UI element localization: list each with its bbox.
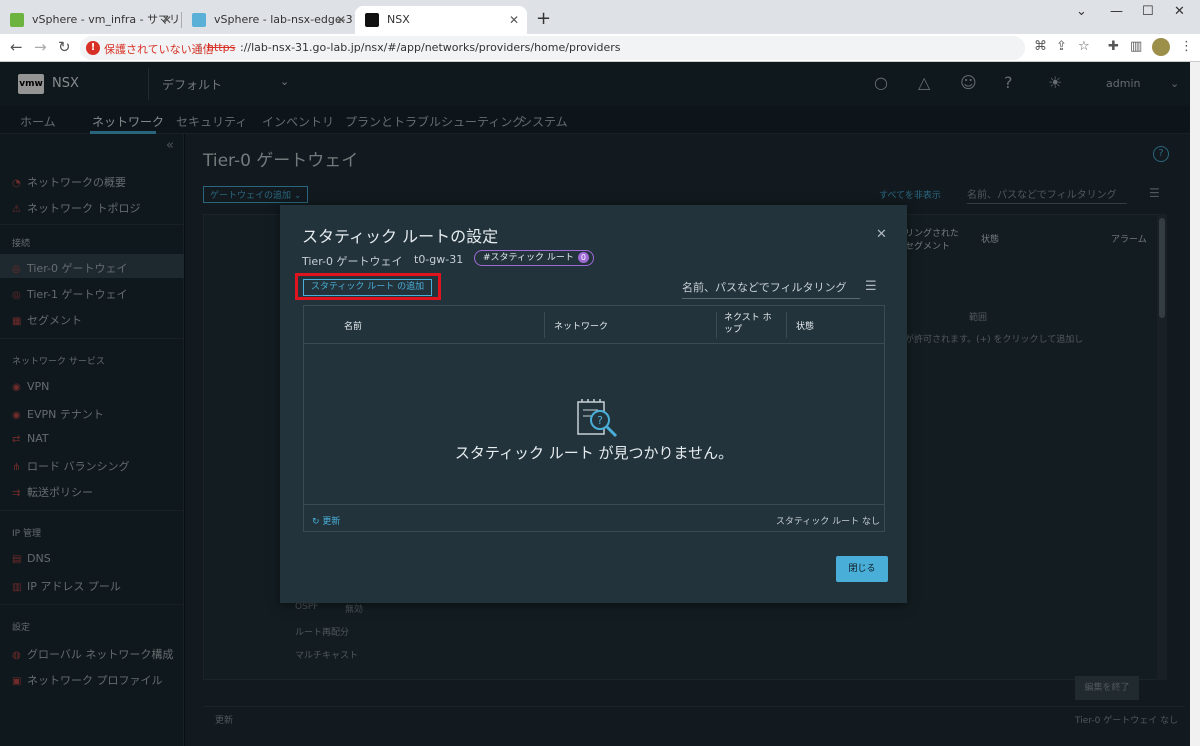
tab-title: vSphere - lab-nsx-edge-31 - サマ bbox=[214, 13, 354, 26]
share-icon[interactable]: ⇪ bbox=[1056, 39, 1067, 54]
minimize-icon[interactable]: — bbox=[1110, 4, 1123, 19]
close-button[interactable]: 閉じる bbox=[836, 556, 888, 582]
nsx-favicon-icon bbox=[365, 13, 379, 27]
page-scrollbar[interactable] bbox=[1190, 62, 1200, 746]
refresh-button[interactable]: ↻ 更新 bbox=[312, 514, 340, 527]
empty-state-text: スタティック ルート が見つかりません。 bbox=[454, 444, 734, 462]
dialog-title: スタティック ルートの設定 bbox=[302, 227, 499, 246]
bookmark-star-icon[interactable]: ☆ bbox=[1078, 39, 1090, 54]
column-header-status[interactable]: 状態 bbox=[796, 319, 814, 332]
column-header-next-hop[interactable]: ネクスト ホップ bbox=[724, 312, 776, 336]
extensions-icon[interactable]: ✚ bbox=[1108, 39, 1119, 54]
browser-tab-vsphere-edge[interactable]: vSphere - lab-nsx-edge-31 - サマ ✕ bbox=[182, 6, 354, 34]
gateway-label: Tier-0 ゲートウェイ bbox=[302, 255, 403, 268]
browser-tab-nsx[interactable]: NSX ✕ bbox=[355, 6, 527, 34]
new-tab-icon[interactable]: + bbox=[536, 8, 551, 29]
url-text: ://lab-nsx-31.go-lab.jp/nsx/#/app/networ… bbox=[240, 41, 621, 54]
svg-text:?: ? bbox=[597, 414, 603, 427]
gateway-name: t0-gw-31 bbox=[414, 253, 464, 266]
tab-close-icon[interactable]: ✕ bbox=[509, 6, 519, 34]
tab-close-icon[interactable]: ✕ bbox=[336, 6, 346, 34]
window-close-icon[interactable]: ✕ bbox=[1174, 4, 1185, 19]
tab-title: NSX bbox=[387, 13, 410, 26]
security-warning-icon[interactable]: ! bbox=[86, 41, 100, 55]
route-count: スタティック ルート なし bbox=[775, 517, 880, 527]
browser-menu-icon[interactable]: ⋮ bbox=[1180, 39, 1193, 54]
static-route-grid: 名前 ネットワーク ネクスト ホップ 状態 ? スタティック ルート が見つかり… bbox=[303, 305, 885, 532]
browser-tabstrip: vSphere - vm_infra - サマリ ✕ vSphere - lab… bbox=[0, 0, 1200, 34]
refresh-icon: ↻ bbox=[312, 517, 323, 527]
translate-icon[interactable]: ⌘ bbox=[1034, 39, 1047, 54]
filter-input[interactable]: 名前、パスなどでフィルタリング bbox=[682, 279, 860, 299]
column-header-network[interactable]: ネットワーク bbox=[554, 319, 608, 332]
browser-tab-vsphere-vm-infra[interactable]: vSphere - vm_infra - サマリ ✕ bbox=[0, 6, 180, 34]
grid-header: 名前 ネットワーク ネクスト ホップ 状態 bbox=[304, 306, 884, 344]
column-separator[interactable] bbox=[786, 312, 787, 338]
grid-footer: ↻ 更新 スタティック ルート なし bbox=[304, 504, 884, 532]
add-static-route-button[interactable]: スタティック ルート の追加 bbox=[303, 279, 432, 296]
url-input[interactable]: ! 保護されていない通信 | https ://lab-nsx-31.go-la… bbox=[80, 36, 1025, 60]
tag-label: #スタティック ルート bbox=[483, 253, 574, 263]
vsphere-favicon-icon bbox=[10, 13, 24, 27]
back-icon[interactable]: ← bbox=[10, 38, 23, 56]
side-panel-icon[interactable]: ▥ bbox=[1130, 39, 1142, 54]
refresh-label: 更新 bbox=[322, 517, 341, 527]
url-scheme: https bbox=[207, 41, 236, 54]
profile-avatar[interactable] bbox=[1152, 38, 1170, 56]
tag-count-badge: 0 bbox=[577, 252, 589, 263]
reload-icon[interactable]: ↻ bbox=[58, 38, 71, 56]
maximize-icon[interactable]: ☐ bbox=[1142, 4, 1154, 19]
column-header-name[interactable]: 名前 bbox=[344, 319, 362, 332]
tab-close-icon[interactable]: ✕ bbox=[162, 6, 172, 34]
static-route-tag: #スタティック ルート 0 bbox=[474, 250, 594, 266]
url-divider: | bbox=[198, 41, 202, 54]
close-icon[interactable]: ✕ bbox=[876, 227, 887, 242]
column-separator[interactable] bbox=[716, 312, 717, 338]
column-separator[interactable] bbox=[544, 312, 545, 338]
forward-icon[interactable]: → bbox=[34, 38, 47, 56]
tab-title: vSphere - vm_infra - サマリ bbox=[32, 13, 180, 26]
static-route-dialog: スタティック ルートの設定 ✕ Tier-0 ゲートウェイ t0-gw-31 #… bbox=[280, 205, 907, 603]
tab-search-icon[interactable]: ⌄ bbox=[1076, 4, 1087, 19]
vsphere-favicon-icon bbox=[192, 13, 206, 27]
empty-search-icon: ? bbox=[577, 399, 618, 438]
address-bar: ← → ↻ ! 保護されていない通信 | https ://lab-nsx-31… bbox=[0, 34, 1200, 62]
filter-options-icon[interactable]: ☰ bbox=[865, 279, 877, 294]
